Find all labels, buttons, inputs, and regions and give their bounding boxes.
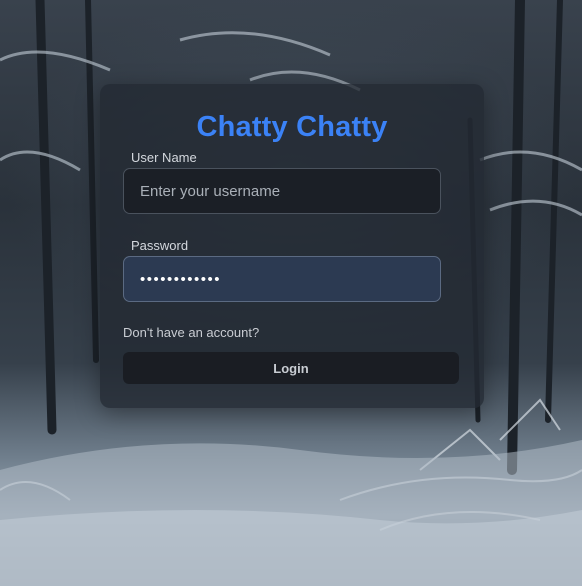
login-card: Chatty Chatty User Name Password Don't h… bbox=[100, 84, 484, 408]
username-input[interactable] bbox=[123, 168, 441, 214]
password-input[interactable] bbox=[123, 256, 441, 302]
username-label: User Name bbox=[131, 150, 197, 165]
signup-link[interactable]: Don't have an account? bbox=[123, 325, 259, 340]
password-label: Password bbox=[131, 238, 189, 253]
login-button[interactable]: Login bbox=[123, 352, 459, 384]
app-title: Chatty Chatty bbox=[196, 111, 388, 143]
